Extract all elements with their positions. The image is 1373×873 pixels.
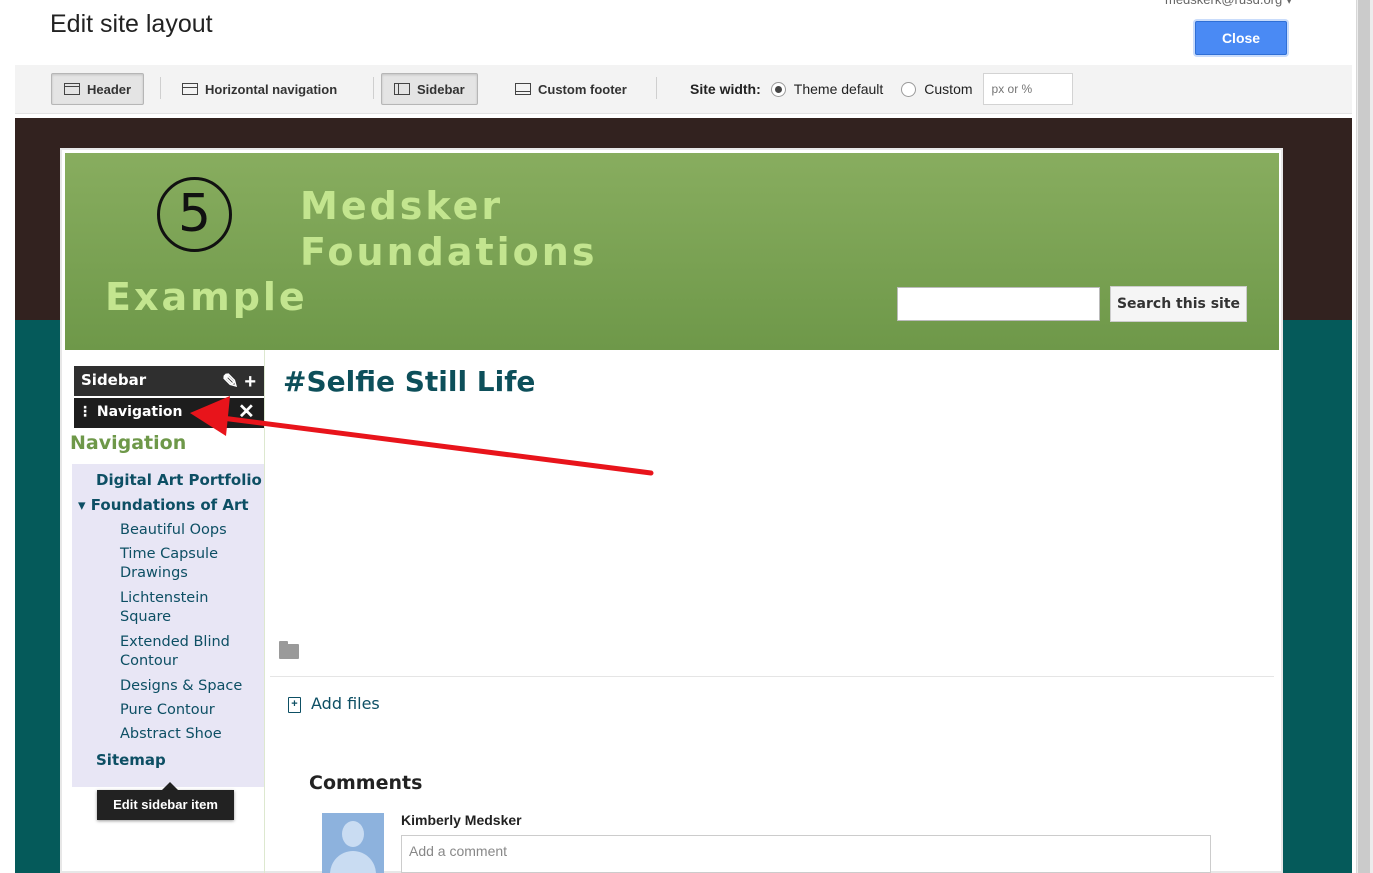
- site-search-input[interactable]: [897, 287, 1100, 321]
- sidebar-edit-add-icons[interactable]: ✎ +: [222, 369, 256, 394]
- site-title-line-2: Foundations: [300, 230, 598, 274]
- close-icon[interactable]: ✕: [238, 399, 255, 424]
- nav-item-extended-blind-contour[interactable]: Extended Blind Contour: [120, 633, 245, 671]
- toolbar-divider: [373, 77, 374, 99]
- sidebar-toggle-label: Sidebar: [417, 81, 465, 97]
- nav-item-foundations-of-art[interactable]: ▾ Foundations of Art: [78, 496, 249, 515]
- sidebar-toggle-button[interactable]: Sidebar: [381, 73, 478, 105]
- header-toggle-label: Header: [87, 81, 132, 97]
- nav-item-sitemap[interactable]: Sitemap: [96, 751, 166, 770]
- add-files-link[interactable]: Add files: [311, 694, 380, 713]
- nav-item-beautiful-oops[interactable]: Beautiful Oops: [120, 521, 227, 540]
- edit-sidebar-item-tooltip: Edit sidebar item: [97, 790, 234, 820]
- navigation-gadget-bar[interactable]: ⋮ Navigation: [74, 398, 264, 428]
- comment-input[interactable]: Add a comment: [401, 835, 1211, 873]
- nav-item-abstract-shoe[interactable]: Abstract Shoe: [120, 725, 222, 744]
- custom-width-input[interactable]: [982, 73, 1073, 105]
- folder-icon: [279, 641, 299, 659]
- navigation-heading: Navigation: [70, 432, 187, 454]
- site-width-control: Site width: Theme default Custom: [690, 73, 1073, 105]
- close-button[interactable]: Close: [1195, 21, 1287, 55]
- custom-footer-toggle-label: Custom footer: [538, 81, 627, 97]
- custom-width-label: Custom: [924, 81, 973, 97]
- page-title: Edit site layout: [50, 10, 213, 38]
- avatar: [322, 813, 384, 873]
- nav-item-designs-and-space[interactable]: Designs & Space: [120, 677, 242, 696]
- nav-item-digital-art-portfolio[interactable]: Digital Art Portfolio: [96, 471, 262, 490]
- custom-width-radio[interactable]: [901, 81, 917, 97]
- page-heading: #Selfie Still Life: [283, 365, 536, 398]
- toolbar-divider: [656, 77, 657, 99]
- avatar-body-shape: [330, 851, 376, 873]
- avatar-head-shape: [342, 821, 364, 847]
- site-title-line-1: Medsker: [300, 184, 504, 228]
- toolbar-divider: [160, 77, 161, 99]
- sidebar-layout-icon: [394, 83, 410, 95]
- sidebar-divider: [264, 350, 265, 873]
- account-email[interactable]: medskerk@rusd.org ▾: [1165, 0, 1292, 8]
- custom-footer-toggle-button[interactable]: Custom footer: [503, 73, 639, 105]
- theme-default-radio[interactable]: [770, 81, 786, 97]
- tooltip-arrow: [162, 782, 178, 790]
- horizontal-nav-toggle-label: Horizontal navigation: [205, 81, 338, 97]
- nav-item-pure-contour[interactable]: Pure Contour: [120, 701, 215, 720]
- search-site-button[interactable]: Search this site: [1110, 286, 1247, 322]
- header-layout-icon: [64, 83, 80, 95]
- nav-item-time-capsule-drawings[interactable]: Time Capsule Drawings: [120, 545, 250, 583]
- nav-item-lichtenstein-square[interactable]: Lichtenstein Square: [120, 589, 230, 627]
- content-divider: [270, 676, 1274, 677]
- scrollbar-thumb[interactable]: [1358, 0, 1370, 873]
- header-toggle-button[interactable]: Header: [51, 73, 145, 105]
- horizontal-nav-toggle-button[interactable]: Horizontal navigation: [170, 73, 349, 105]
- add-file-icon[interactable]: +: [288, 697, 301, 713]
- example-label: Example: [105, 275, 308, 319]
- site-title: Medsker Foundations: [300, 183, 630, 275]
- comments-heading: Comments: [309, 772, 423, 794]
- footer-layout-icon: [515, 83, 531, 95]
- annotation-number-badge: 5: [157, 177, 232, 252]
- commenter-name: Kimberly Medsker: [401, 812, 522, 828]
- horizontal-nav-layout-icon: [182, 83, 198, 95]
- layout-toolbar: Header Horizontal navigation Sidebar Cus…: [15, 65, 1352, 114]
- navigation-panel: Digital Art Portfolio ▾ Foundations of A…: [72, 464, 264, 787]
- site-width-label: Site width:: [690, 81, 761, 97]
- theme-default-label: Theme default: [793, 81, 884, 97]
